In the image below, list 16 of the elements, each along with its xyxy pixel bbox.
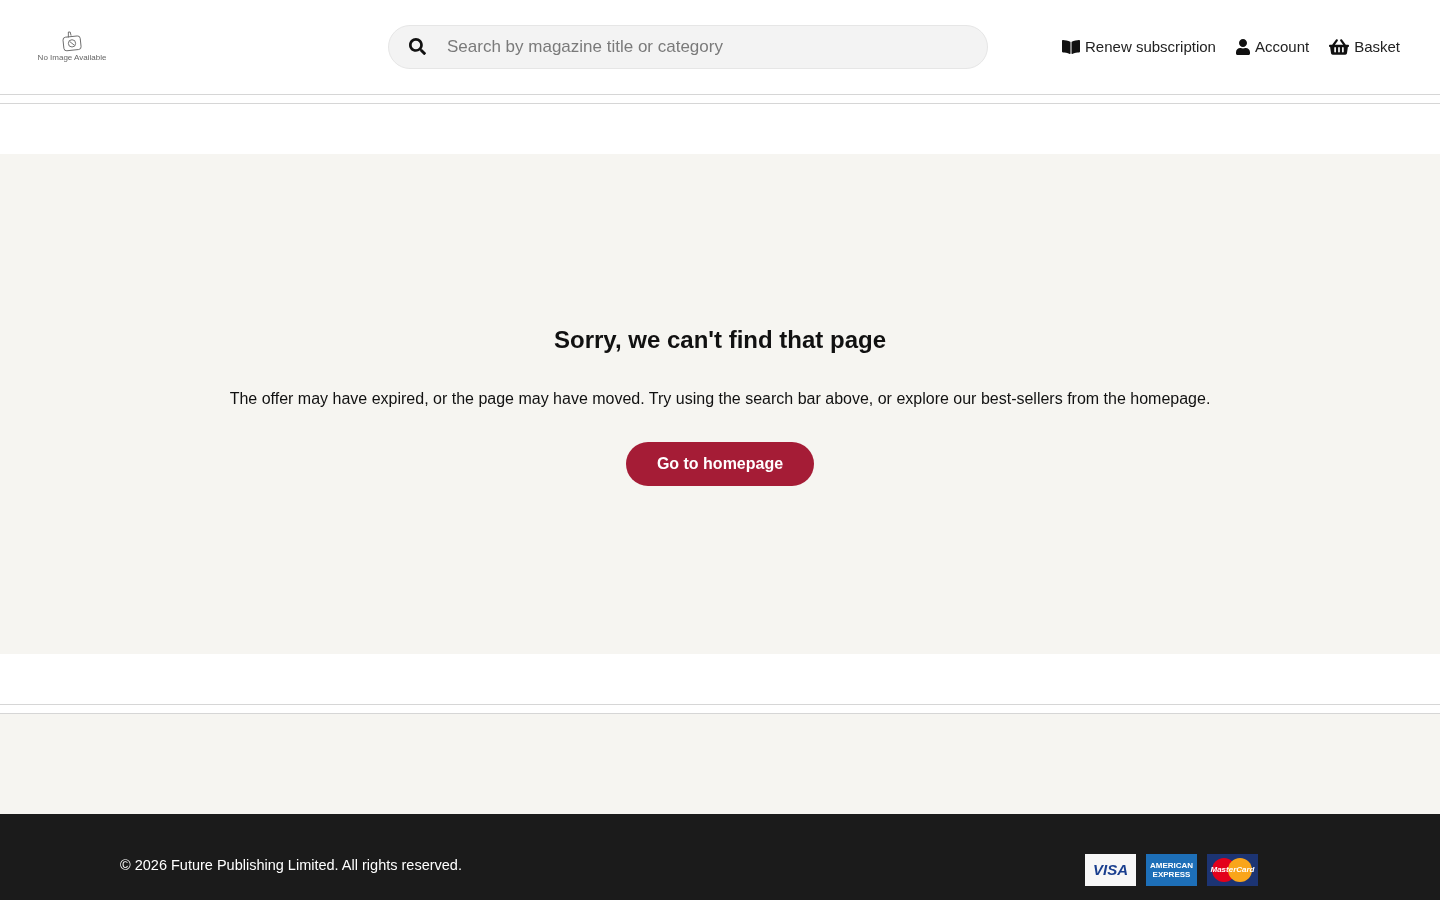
basket-icon [1329,38,1350,56]
card-brand-text: VISA [1093,859,1128,880]
camera-icon [62,31,82,53]
copyright-text: © 2026 Future Publishing Limited. All rights reserved. [120,856,462,876]
user-icon [1235,39,1250,55]
error-title: Sorry, we can't find that page [554,325,886,355]
nav-link[interactable]: Basket [1329,35,1400,59]
card-brand-text: AMERICAN EXPRESS [1148,861,1195,879]
logo-caption: No Image Available [37,53,107,63]
error-message: The offer may have expired, or the page may have moved. Try using the search bar above, or explore our best-sellers from the homepage. [229,389,1211,409]
search-field[interactable]: Search by magazine title or category [388,25,988,69]
search-icon [409,38,426,55]
homepage-button[interactable]: Go to homepage [626,442,814,486]
open-book-icon [1062,39,1081,55]
nav-link[interactable]: Renew subscription [1062,35,1216,59]
nav-link[interactable]: Account [1235,35,1310,59]
